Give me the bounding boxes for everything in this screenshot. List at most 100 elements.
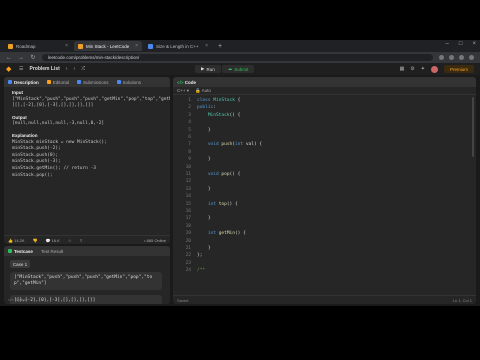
layout-icon[interactable]: ▦ xyxy=(400,66,405,72)
source-link[interactable]: </> Source xyxy=(8,297,28,302)
code-line: void pop() { xyxy=(207,172,241,177)
prev-problem-icon[interactable]: ‹ xyxy=(66,66,68,72)
leetcode-nav: ◆ ☰ Problem List ‹ › ⤮ ▶ Run ☁ Submit ▦ ⚙ … xyxy=(0,63,480,75)
upload-icon: ☁ xyxy=(227,66,233,71)
avatar[interactable] xyxy=(430,65,438,73)
submissions-icon xyxy=(77,80,82,85)
profile-icon[interactable] xyxy=(469,55,474,60)
line-number: 24 xyxy=(185,268,191,274)
testcase-panel: Testcase Test Result Case 1 ["MinStack",… xyxy=(4,246,170,304)
tab-solutions[interactable]: Solutions xyxy=(116,79,142,85)
tab-test-result[interactable]: Test Result xyxy=(41,249,63,254)
code-line: /** xyxy=(197,268,206,274)
testcase-input-1[interactable]: ["MinStack","push","push","push","getMin… xyxy=(10,272,162,290)
like-button[interactable]: 👍 14.2K xyxy=(8,238,25,243)
screen: Roadmap × Min Stack - LeetCode × Size & Le… xyxy=(0,40,480,306)
line-number: 3 xyxy=(188,112,191,118)
line-number: 19 xyxy=(185,231,191,237)
play-icon: ▶ xyxy=(201,66,205,71)
line-number: 7 xyxy=(188,142,191,148)
line-number: 11 xyxy=(185,172,191,177)
case-tab[interactable]: Case 1 xyxy=(10,260,30,268)
browser-tab[interactable]: Size & Length in C++ × xyxy=(144,41,212,51)
close-window-icon[interactable]: × xyxy=(472,41,476,47)
star-icon[interactable]: ☆ xyxy=(68,238,72,243)
browser-tab[interactable]: Roadmap × xyxy=(4,41,72,51)
tab-description[interactable]: Description xyxy=(8,80,39,85)
code-line: int getMin() { xyxy=(207,231,246,237)
extension-icon[interactable] xyxy=(449,55,454,60)
editor-scrollbar[interactable] xyxy=(472,97,474,157)
browser-tab-active[interactable]: Min Stack - LeetCode × xyxy=(74,41,142,51)
tab-label: Description xyxy=(14,79,39,85)
reload-icon[interactable]: ↻ xyxy=(30,54,36,61)
share-icon[interactable]: ⇪ xyxy=(79,238,82,243)
example-output: [null,null,null,null,-3,null,0,-2] xyxy=(12,121,105,127)
code-line: } xyxy=(197,127,211,133)
tab-editorial[interactable]: Editorial xyxy=(46,80,69,85)
back-icon[interactable]: ← xyxy=(6,55,12,61)
line-number: 8 xyxy=(188,149,191,155)
run-button[interactable]: ▶ Run xyxy=(195,65,221,73)
code-line: class MinStack { xyxy=(197,98,241,103)
submit-button[interactable]: ☁ Submit xyxy=(221,65,255,73)
saved-status: Saved xyxy=(177,297,189,303)
next-problem-icon[interactable]: › xyxy=(73,66,75,72)
forward-icon[interactable]: → xyxy=(18,55,24,61)
description-tabs: Description Editorial Submissions Soluti… xyxy=(4,77,170,87)
fire-icon[interactable]: ✦ xyxy=(421,66,425,72)
mode-label: Auto xyxy=(201,87,211,93)
source-label: Source xyxy=(14,297,28,302)
extension-icon[interactable] xyxy=(459,55,464,60)
maximize-icon[interactable]: □ xyxy=(459,41,463,47)
extensions xyxy=(439,55,474,60)
minimize-icon[interactable]: – xyxy=(446,41,449,47)
tab-testcase[interactable]: Testcase xyxy=(8,249,33,254)
comment-count: 16.K xyxy=(51,237,60,243)
editorial-icon xyxy=(46,80,51,85)
extension-icon[interactable] xyxy=(439,55,444,60)
code-line: } xyxy=(197,186,211,192)
settings-icon[interactable]: ⚙ xyxy=(410,66,414,72)
tab-label: Solutions xyxy=(122,79,142,85)
close-icon[interactable]: × xyxy=(205,43,208,49)
close-icon[interactable]: × xyxy=(65,43,68,49)
premium-button[interactable]: Premium xyxy=(443,65,474,73)
line-number: 9 xyxy=(188,157,191,163)
language-label: C++ xyxy=(177,87,186,93)
tab-code[interactable]: </> Code xyxy=(177,80,196,85)
shuffle-icon[interactable]: ⤮ xyxy=(81,66,85,72)
new-tab-icon[interactable]: + xyxy=(214,43,226,50)
online-count: • 885 Online xyxy=(144,237,166,243)
code-footer: Saved Ln 1, Col 1 xyxy=(173,295,476,304)
description-footer: 👍 14.2K 👎 💬 16.K ☆ ⇪ • 885 Online xyxy=(4,235,170,244)
line-number: 6 xyxy=(188,135,191,140)
leetcode-logo-icon[interactable]: ◆ xyxy=(6,66,13,73)
line-number: 1 xyxy=(188,98,191,103)
code-line: }; xyxy=(197,253,203,259)
comments-button[interactable]: 💬 16.K xyxy=(46,238,60,243)
like-count: 14.2K xyxy=(14,237,25,243)
url-input[interactable]: leetcode.com/problems/min-stack/descript… xyxy=(42,54,433,61)
line-number: 14 xyxy=(185,194,191,200)
list-icon[interactable]: ☰ xyxy=(19,66,23,72)
line-number: 21 xyxy=(185,246,191,251)
url-text: leetcode.com/problems/min-stack/descript… xyxy=(48,55,140,60)
line-number: 23 xyxy=(185,260,191,266)
problem-list-link[interactable]: Problem List xyxy=(29,66,59,72)
code-header: </> Code xyxy=(173,77,476,87)
tab-label: Size & Length in C++ xyxy=(156,43,199,49)
code-line: } xyxy=(197,157,211,163)
close-icon[interactable]: × xyxy=(135,43,138,49)
dislike-icon[interactable]: 👎 xyxy=(33,238,38,243)
language-select[interactable]: C++ ▾ xyxy=(177,88,189,94)
tab-label: Code xyxy=(184,79,197,85)
line-number: 15 xyxy=(185,201,191,207)
line-number: 12 xyxy=(185,179,191,185)
code-line: public: xyxy=(197,105,216,111)
tab-label: Test Result xyxy=(40,248,64,254)
auto-toggle[interactable]: 🔒 Auto xyxy=(195,88,211,94)
tab-submissions[interactable]: Submissions xyxy=(77,80,109,85)
code-line: MinStack() { xyxy=(207,112,241,118)
testcase-input-2[interactable]: [[],[-2],[0],[-3],[],[],[],[]] xyxy=(10,295,162,304)
